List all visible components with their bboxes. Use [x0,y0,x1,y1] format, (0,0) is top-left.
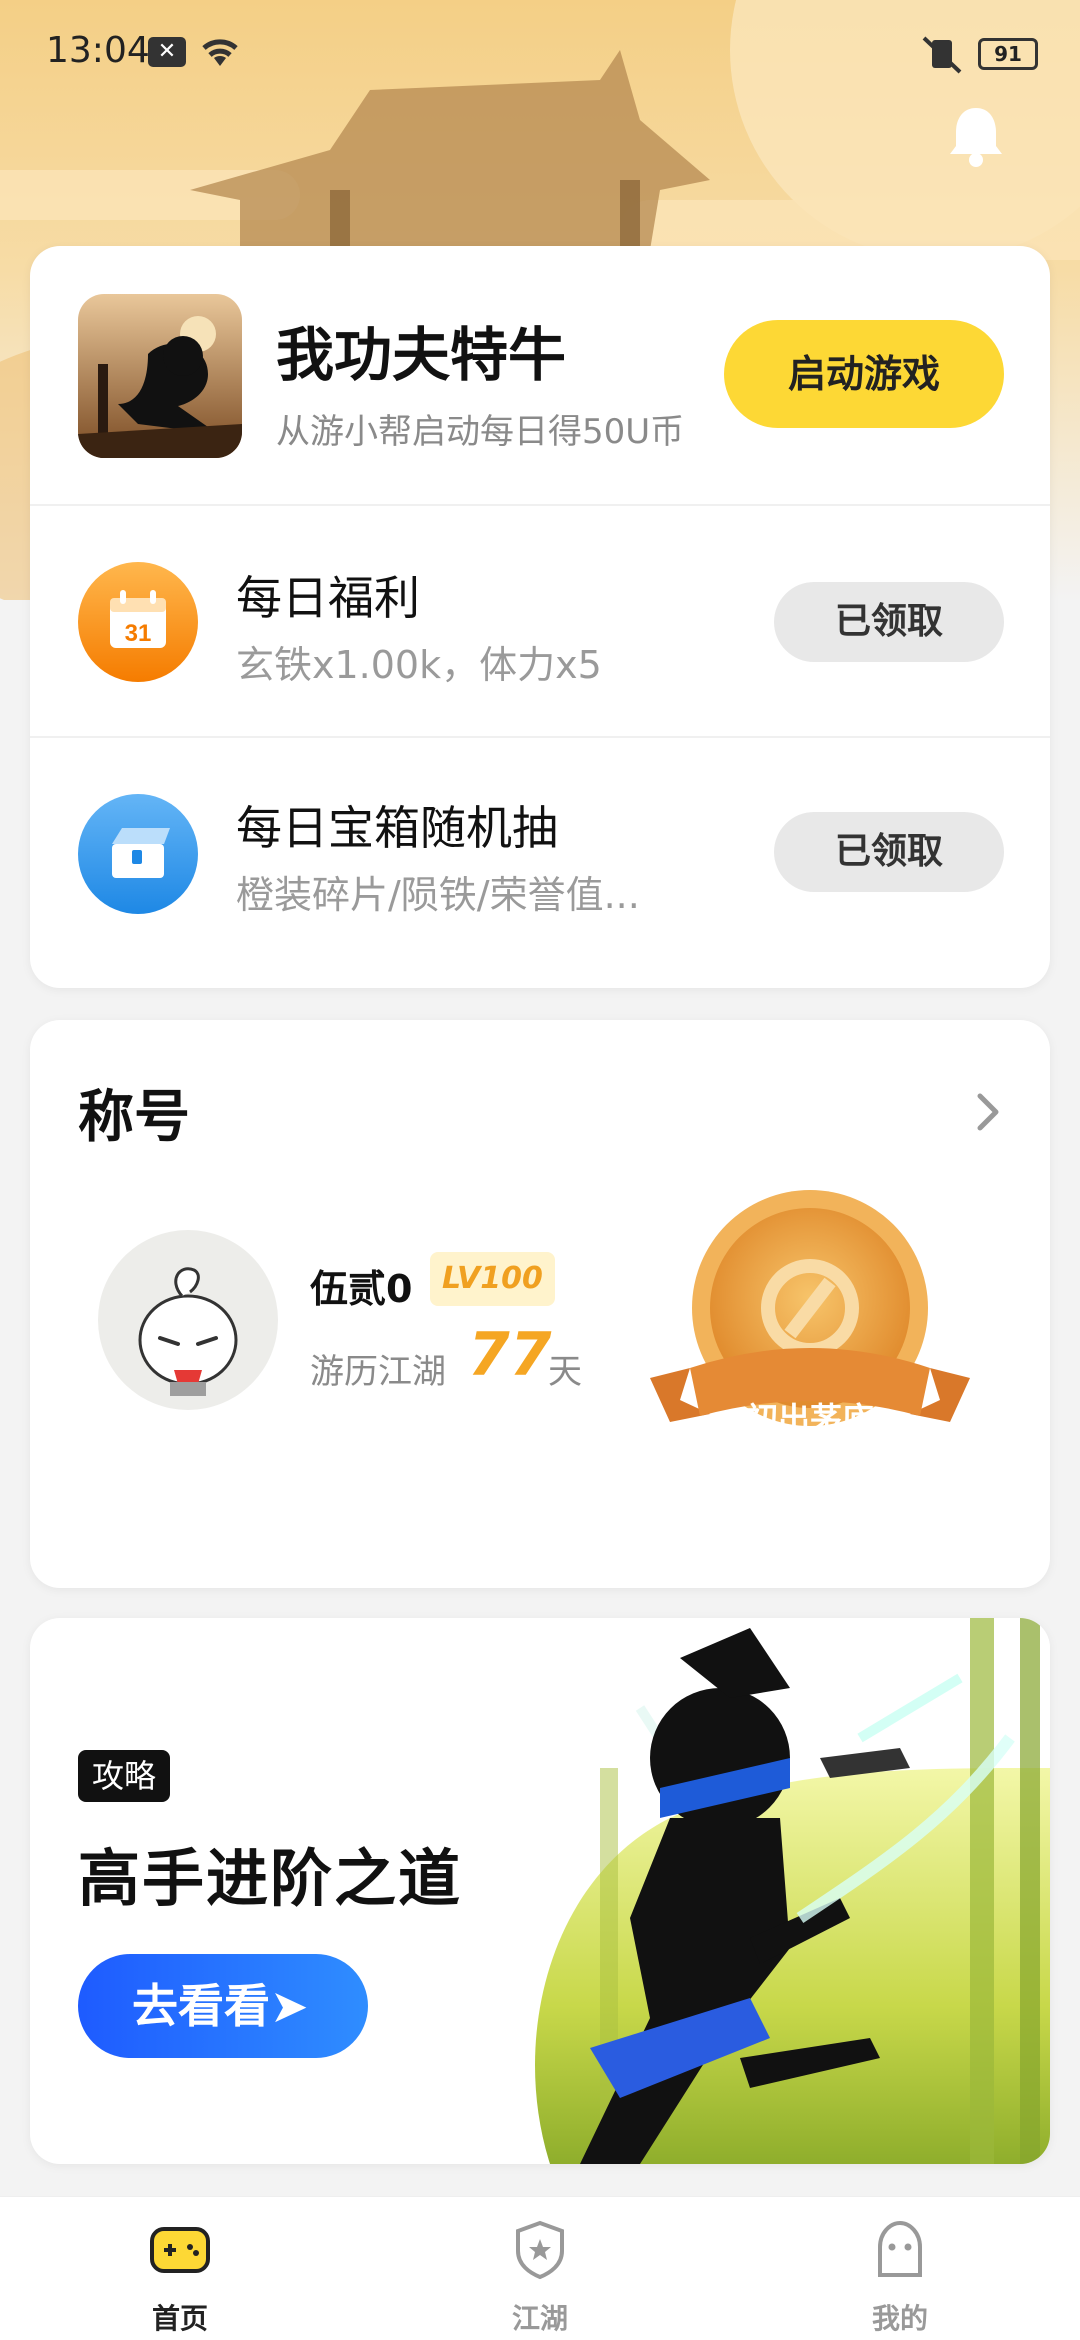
nav-label-mine: 我的 [871,2302,928,2335]
strategy-tag: 攻略 [78,1750,171,1802]
travel-days: 77 [468,1320,552,1390]
travel-label: 游历江湖 [310,1352,446,1392]
avatar[interactable] [98,1230,278,1410]
go-see-button[interactable]: 去看看➤ [78,1954,368,2058]
battery-indicator: 91 [978,38,1038,70]
user-name: 伍贰0 [310,1267,413,1311]
vibrate-off-icon [922,36,962,74]
title-card[interactable]: 称号 伍贰0 LV100 游历江湖 77 天 初出茅庐 [30,1020,1050,1588]
section-title: 称号 [78,1085,190,1150]
nav-label-home: 首页 [151,2302,208,2335]
ghost-icon [878,2220,922,2277]
treasure-box-icon [78,794,198,914]
game-subtitle: 从游小帮启动每日得50U币 [276,412,685,452]
daily-chest-title: 每日宝箱随机抽 [236,801,558,855]
daily-welfare-subtitle: 玄铁x1.00k，体力x5 [236,643,602,687]
game-app-icon[interactable] [78,294,242,458]
bottom-navigation: 首页 江湖 我的 [0,2196,1080,2340]
daily-welfare-claimed-button[interactable]: 已领取 [774,582,1004,662]
chevron-right-icon[interactable] [968,1082,1008,1142]
shield-star-icon [516,2220,564,2280]
travel-days-unit: 天 [548,1352,582,1392]
wifi-icon [202,39,238,66]
nav-label-jianghu: 江湖 [511,2302,568,2335]
calendar-day-text: 31 [125,620,152,647]
medal-name: 初出茅庐 [745,1400,874,1438]
calendar-icon: 31 [78,562,198,682]
gamepad-icon [150,2227,210,2273]
game-title: 我功夫特牛 [276,321,567,389]
strategy-promo-card[interactable]: 攻略 高手进阶之道 去看看➤ [30,1618,1050,2164]
nav-item-mine[interactable]: 我的 [810,2197,990,2340]
daily-chest-subtitle: 橙装碎片/陨铁/荣誉值... [236,873,640,917]
nav-item-home[interactable]: 首页 [90,2197,270,2340]
launch-game-button[interactable]: 启动游戏 [724,320,1004,428]
divider [30,504,1050,506]
nav-item-jianghu[interactable]: 江湖 [450,2197,630,2340]
game-rewards-card: 我功夫特牛 从游小帮启动每日得50U币 启动游戏 31 每日福利 玄铁x1.00… [30,246,1050,988]
bell-icon[interactable] [946,104,1006,168]
status-time: 13:04 [46,30,150,71]
status-bar: 13:04 ✕ 91 [0,0,1080,110]
daily-chest-claimed-button[interactable]: 已领取 [774,812,1004,892]
promo-title: 高手进阶之道 [78,1842,463,1915]
notification-close-icon: ✕ [148,37,186,67]
daily-welfare-title: 每日福利 [236,571,420,625]
divider [30,736,1050,738]
ninja-artwork [490,1618,1050,2164]
level-badge: LV100 [430,1252,555,1306]
